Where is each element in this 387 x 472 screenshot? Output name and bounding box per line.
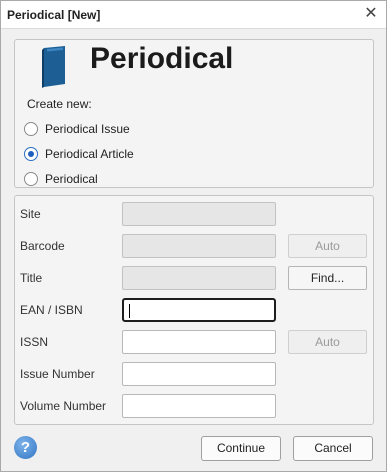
barcode-field [122,234,276,258]
text-caret [129,304,130,318]
site-field [122,202,276,226]
book-icon [42,46,65,88]
help-icon[interactable]: ? [14,436,37,459]
type-selection-panel: Periodical Create new: Periodical Issue … [14,39,374,188]
radio-label: Periodical Issue [45,122,130,136]
find-button[interactable]: Find... [288,266,367,290]
volume-number-field[interactable] [122,394,276,418]
dialog-window: Periodical [New] ✕ Periodical Create new… [0,0,387,472]
title-label: Title [20,271,43,285]
header-title: Periodical [90,42,234,75]
barcode-auto-button: Auto [288,234,367,258]
issn-field[interactable] [122,330,276,354]
site-label: Site [20,207,41,221]
ean-isbn-field[interactable] [122,298,276,322]
radio-label: Periodical Article [45,147,134,161]
radio-button[interactable] [24,122,38,136]
ean-isbn-label: EAN / ISBN [20,303,83,317]
radio-periodical-article[interactable]: Periodical Article [24,145,134,163]
barcode-label: Barcode [20,239,65,253]
create-new-label: Create new: [27,97,92,111]
title-field [122,266,276,290]
close-icon[interactable]: ✕ [360,4,382,24]
radio-button[interactable] [24,172,38,186]
issn-auto-button: Auto [288,330,367,354]
radio-periodical-issue[interactable]: Periodical Issue [24,120,130,138]
radio-button-selected[interactable] [24,147,38,161]
cancel-button[interactable]: Cancel [293,436,373,461]
issue-number-label: Issue Number [20,367,95,381]
title-bar: Periodical [New] ✕ [1,1,386,29]
continue-button[interactable]: Continue [201,436,281,461]
details-form-panel: Site Barcode Auto Title Find... EAN / IS… [14,195,374,425]
issue-number-field[interactable] [122,362,276,386]
volume-number-label: Volume Number [20,399,107,413]
window-title: Periodical [New] [7,8,101,22]
issn-label: ISSN [20,335,49,349]
radio-periodical[interactable]: Periodical [24,170,98,187]
radio-label: Periodical [45,172,98,186]
